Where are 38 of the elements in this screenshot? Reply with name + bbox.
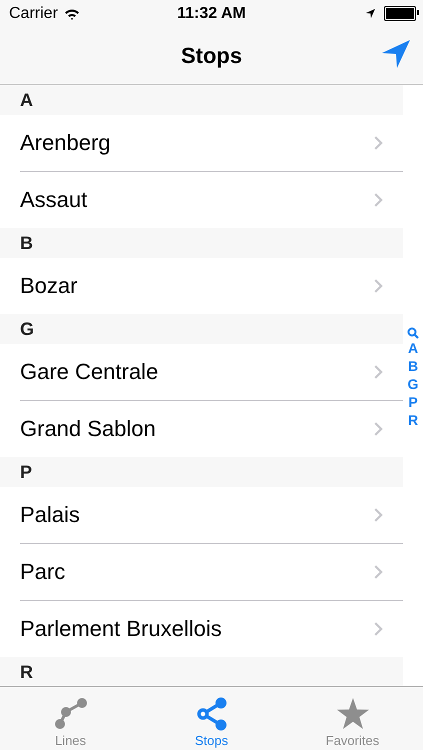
stop-row[interactable]: Bozar [20, 258, 403, 314]
stop-row[interactable]: Gare Centrale [20, 344, 403, 401]
section-header: G [0, 314, 403, 344]
share-icon [194, 697, 228, 731]
chevron-icon [374, 193, 383, 207]
section-header: B [0, 228, 403, 258]
tab[interactable]: Stops [141, 687, 282, 750]
status-time: 11:32 AM [177, 4, 246, 22]
chevron-icon [374, 365, 383, 379]
stop-row[interactable]: Parlement Bruxellois [20, 601, 403, 657]
chevron-icon [374, 565, 383, 579]
chevron-icon [374, 422, 383, 436]
section-header: A [0, 85, 403, 115]
location-arrow-icon[interactable] [381, 39, 411, 69]
location-arrow-icon [365, 8, 376, 19]
stop-row[interactable]: Parc [20, 544, 403, 601]
battery-icon [384, 6, 416, 21]
screen-title: Stops [180, 42, 242, 68]
index-letter[interactable]: R [408, 412, 418, 429]
stop-row[interactable]: Palais [20, 487, 403, 544]
section-header: R [0, 657, 403, 687]
chevron-icon [374, 508, 383, 522]
chevron-icon [374, 279, 383, 293]
index-letter[interactable]: B [408, 358, 418, 375]
stop-row[interactable]: Arenberg [20, 115, 403, 172]
search-icon[interactable] [407, 327, 419, 339]
star-icon [336, 697, 370, 731]
carrier-name: Carrier [9, 4, 58, 22]
section-header: P [0, 457, 403, 487]
index-letter[interactable]: P [408, 394, 418, 411]
stop-row[interactable]: Assaut [20, 172, 403, 228]
chevron-icon [374, 622, 383, 636]
stop-row[interactable]: Grand Sablon [20, 401, 403, 457]
index-letter[interactable]: A [408, 340, 418, 357]
index-letter[interactable]: G [408, 376, 418, 393]
route-icon [54, 697, 88, 731]
wifi-icon [64, 8, 80, 20]
chevron-icon [374, 136, 383, 150]
